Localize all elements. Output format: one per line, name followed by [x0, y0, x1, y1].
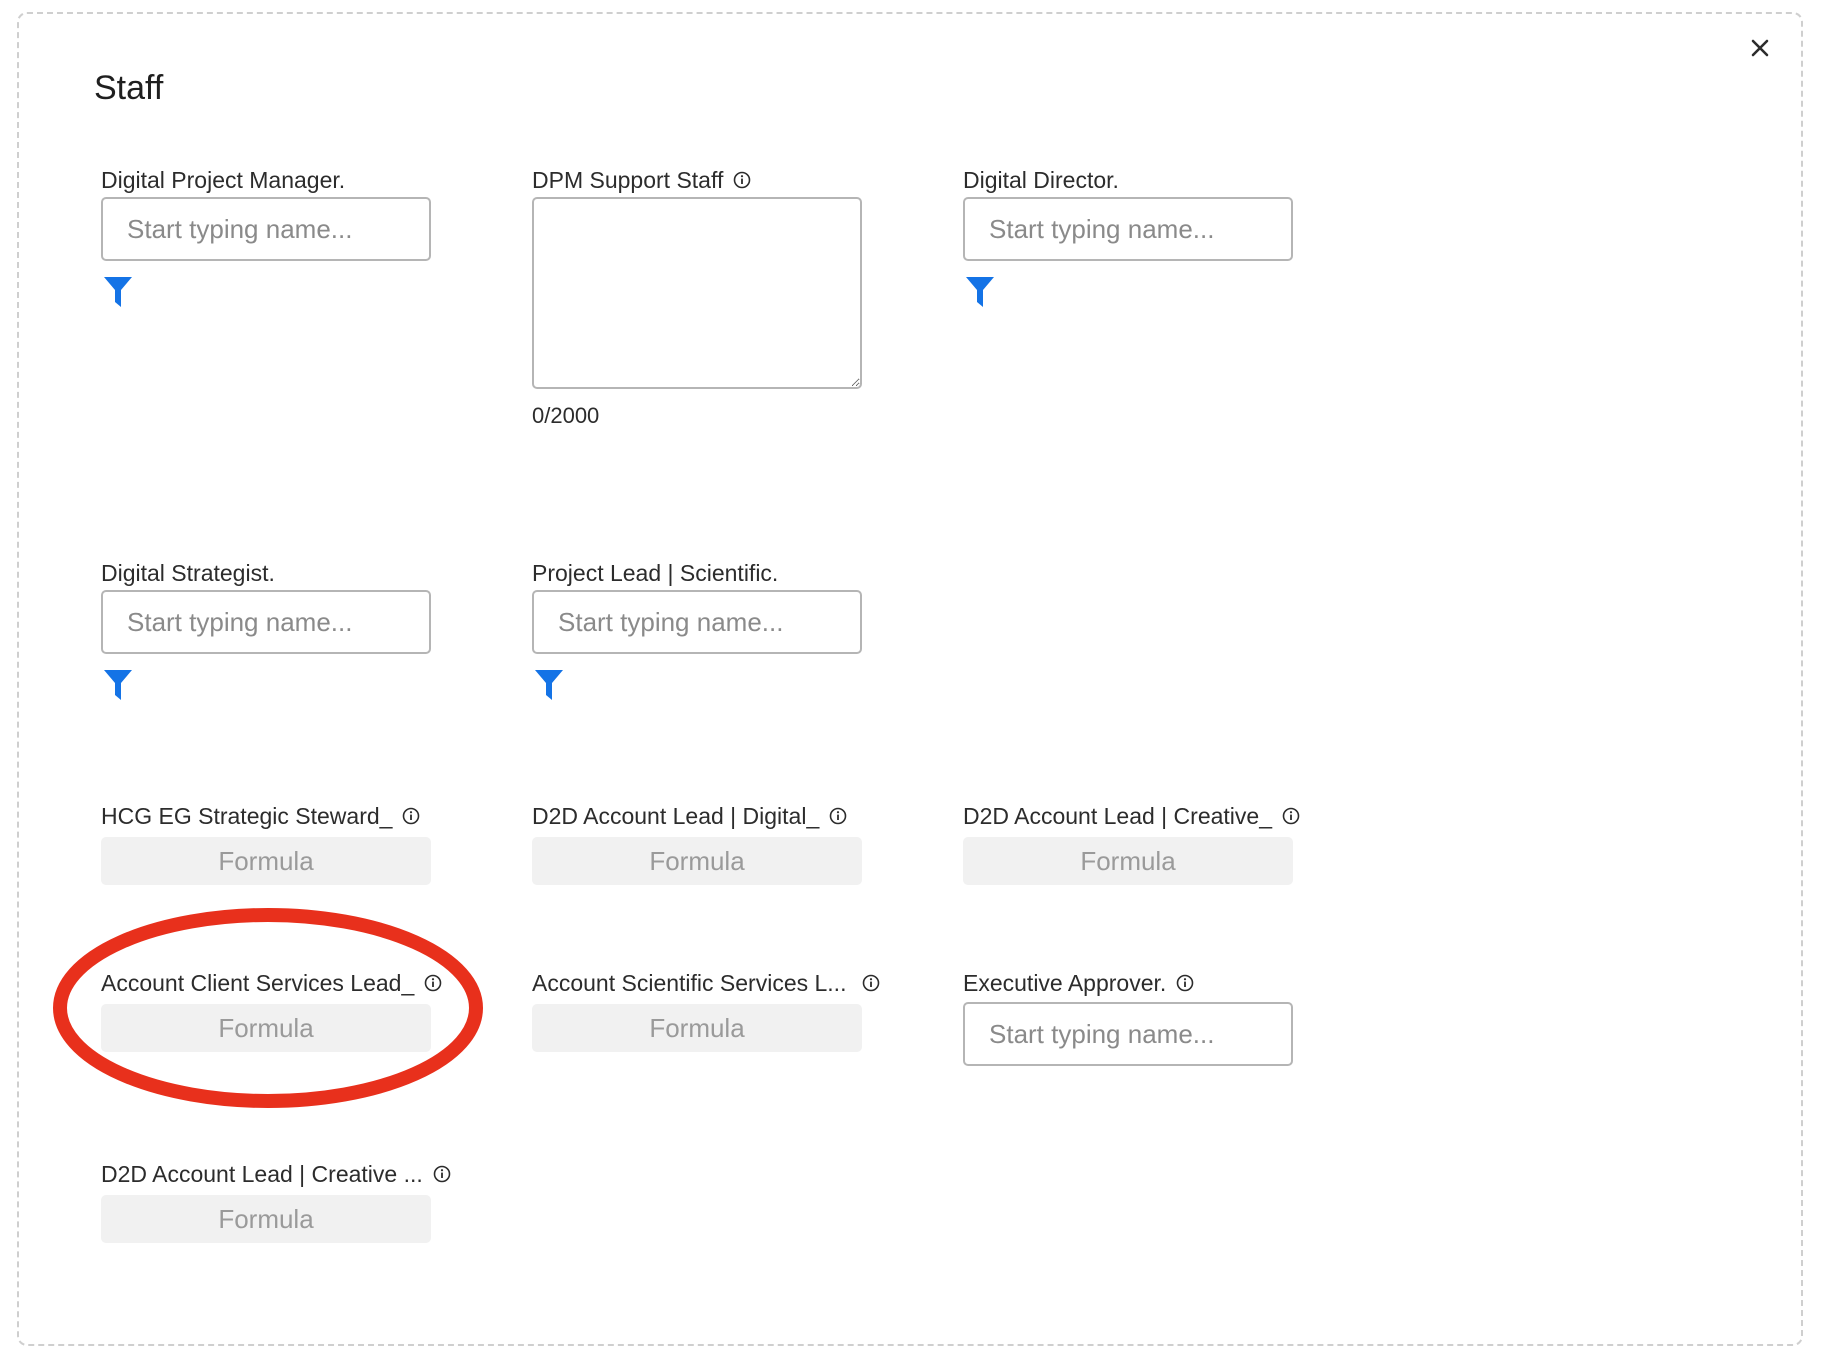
field-label: Account Client Services Lead_ [101, 966, 442, 1000]
filter-icon[interactable] [534, 668, 564, 702]
formula-field: Formula [532, 837, 862, 885]
digital-project-manager-input[interactable] [101, 197, 431, 261]
info-icon[interactable] [1282, 807, 1300, 825]
project-lead-scientific-input[interactable] [532, 590, 862, 654]
field-label: Executive Approver. [963, 966, 1194, 1000]
info-icon[interactable] [862, 974, 880, 992]
formula-field: Formula [101, 837, 431, 885]
info-icon[interactable] [433, 1165, 451, 1183]
filter-icon[interactable] [103, 275, 133, 309]
field-label: Digital Director. [963, 166, 1119, 193]
field-label: HCG EG Strategic Steward_ [101, 799, 420, 833]
field-label: DPM Support Staff [532, 163, 751, 197]
executive-approver-input[interactable] [963, 1002, 1293, 1066]
info-icon[interactable] [733, 171, 751, 189]
filter-icon[interactable] [103, 668, 133, 702]
formula-field: Formula [101, 1195, 431, 1243]
formula-field: Formula [963, 837, 1293, 885]
field-label: Digital Strategist. [101, 559, 275, 586]
info-icon[interactable] [402, 807, 420, 825]
digital-director-input[interactable] [963, 197, 1293, 261]
field-label: D2D Account Lead | Digital_ [532, 799, 847, 833]
field-label: D2D Account Lead | Creative ... [101, 1157, 451, 1191]
digital-strategist-input[interactable] [101, 590, 431, 654]
field-label: Digital Project Manager. [101, 166, 346, 193]
character-counter: 0/2000 [532, 403, 600, 428]
field-label: Project Lead | Scientific. [532, 559, 779, 586]
info-icon[interactable] [829, 807, 847, 825]
formula-field: Formula [532, 1004, 862, 1052]
filter-icon[interactable] [965, 275, 995, 309]
field-label: Account Scientific Services L... [532, 966, 880, 1000]
field-label: D2D Account Lead | Creative_ [963, 799, 1300, 833]
dialog-title: Staff [94, 69, 164, 107]
info-icon[interactable] [424, 974, 442, 992]
close-icon[interactable] [1745, 33, 1775, 63]
formula-field: Formula [101, 1004, 431, 1052]
dpm-support-staff-textarea[interactable] [532, 197, 862, 389]
info-icon[interactable] [1176, 974, 1194, 992]
